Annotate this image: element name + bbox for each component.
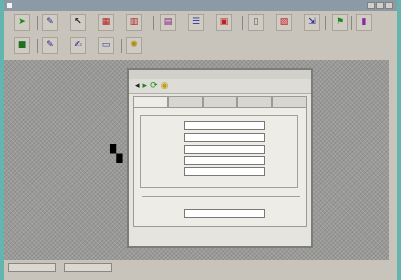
window-controls [367,2,393,9]
settings-icon: ✺ [130,40,138,50]
back-arrow-icon[interactable]: ◂ [135,81,140,91]
toolbar-separator [325,16,326,30]
report-button[interactable]: ▣ [216,14,232,31]
minimize-button[interactable] [367,2,375,9]
document-icon: ▯ [253,17,259,27]
flag-button[interactable]: ⚑ [332,14,348,31]
columns-button[interactable]: ▥ [126,14,142,31]
pointer-icon: ▚ [110,144,123,163]
toolbar-separator [37,16,38,30]
columns-icon: ▥ [129,17,139,27]
export-icon: ⇲ [308,17,316,27]
magic-wand-button[interactable]: ✎ [42,14,58,31]
field-4[interactable] [184,156,265,165]
main-toolbar: ➤ ✎ ↖ ▦ ▥ ▤ ☰ ▣ ▯ ▨ ⇲ ⚑ ▮ [12,14,392,33]
status-bar [4,263,389,272]
refresh-icon[interactable]: ⟳ [150,81,158,91]
bar-chart-button[interactable]: ▮ [356,14,372,31]
tab-3[interactable] [202,96,238,107]
toolbar-separator [121,39,122,53]
list-icon: ☰ [191,17,201,27]
field-6[interactable] [184,209,265,218]
settings-button[interactable]: ✺ [126,37,142,54]
toolbar-separator [242,16,243,30]
divider [142,196,300,197]
green-arrow-icon: ➤ [18,17,26,27]
app-icon [7,3,12,8]
dialog-toolbar: ◂ ▸ ⟳ ◉ [129,79,311,94]
status-pane-2 [64,263,112,272]
tab-1[interactable] [133,96,168,107]
forward-arrow-icon[interactable]: ▸ [143,81,148,91]
pen-icon: ✍ [74,40,82,50]
title-bar[interactable] [4,0,397,11]
toolbar-separator [37,39,38,53]
close-button[interactable] [385,2,393,9]
export-button[interactable]: ⇲ [304,14,320,31]
maximize-button[interactable] [376,2,384,9]
flag-icon: ⚑ [335,17,345,27]
tab-4[interactable] [237,96,273,107]
cursor-select-button[interactable]: ↖ [70,14,86,31]
table-edit-icon: ▤ [163,17,173,27]
tab-2[interactable] [167,96,203,107]
pencil-icon: ✎ [46,40,54,50]
save-button[interactable]: ■ [14,37,30,54]
table-grid-button[interactable]: ▦ [98,14,114,31]
cursor-select-icon: ↖ [74,17,82,27]
save-icon: ■ [17,40,27,50]
print-button[interactable]: ▭ [98,37,114,54]
dialog-title[interactable] [129,70,311,79]
properties-dialog: ◂ ▸ ⟳ ◉ [127,68,313,248]
document-button[interactable]: ▯ [248,14,264,31]
green-arrow-button[interactable]: ➤ [14,14,30,31]
status-pane-1 [8,263,56,272]
field-5[interactable] [184,167,265,176]
warning-icon[interactable]: ◉ [161,81,169,91]
toolbar-separator [351,16,352,30]
chart-button[interactable]: ▨ [276,14,292,31]
field-1[interactable] [184,121,265,130]
field-3[interactable] [184,145,265,154]
tab-panel [133,107,307,227]
toolbar-separator [153,16,154,30]
dialog-button-bar [129,228,311,246]
list-button[interactable]: ☰ [188,14,204,31]
group-label [148,112,278,118]
table-edit-button[interactable]: ▤ [160,14,176,31]
table-grid-icon: ▦ [101,17,111,27]
chart-icon: ▨ [279,17,289,27]
field-2[interactable] [184,133,265,142]
pencil-button[interactable]: ✎ [42,37,58,54]
pen-button[interactable]: ✍ [70,37,86,54]
dialog-tabs [133,96,307,107]
magic-wand-icon: ✎ [46,17,54,27]
report-icon: ▣ [219,17,229,27]
secondary-toolbar: ■ ✎ ✍ ▭ ✺ [12,37,392,56]
bar-chart-icon: ▮ [361,17,367,27]
tab-5[interactable] [272,96,307,107]
print-icon: ▭ [101,40,111,50]
